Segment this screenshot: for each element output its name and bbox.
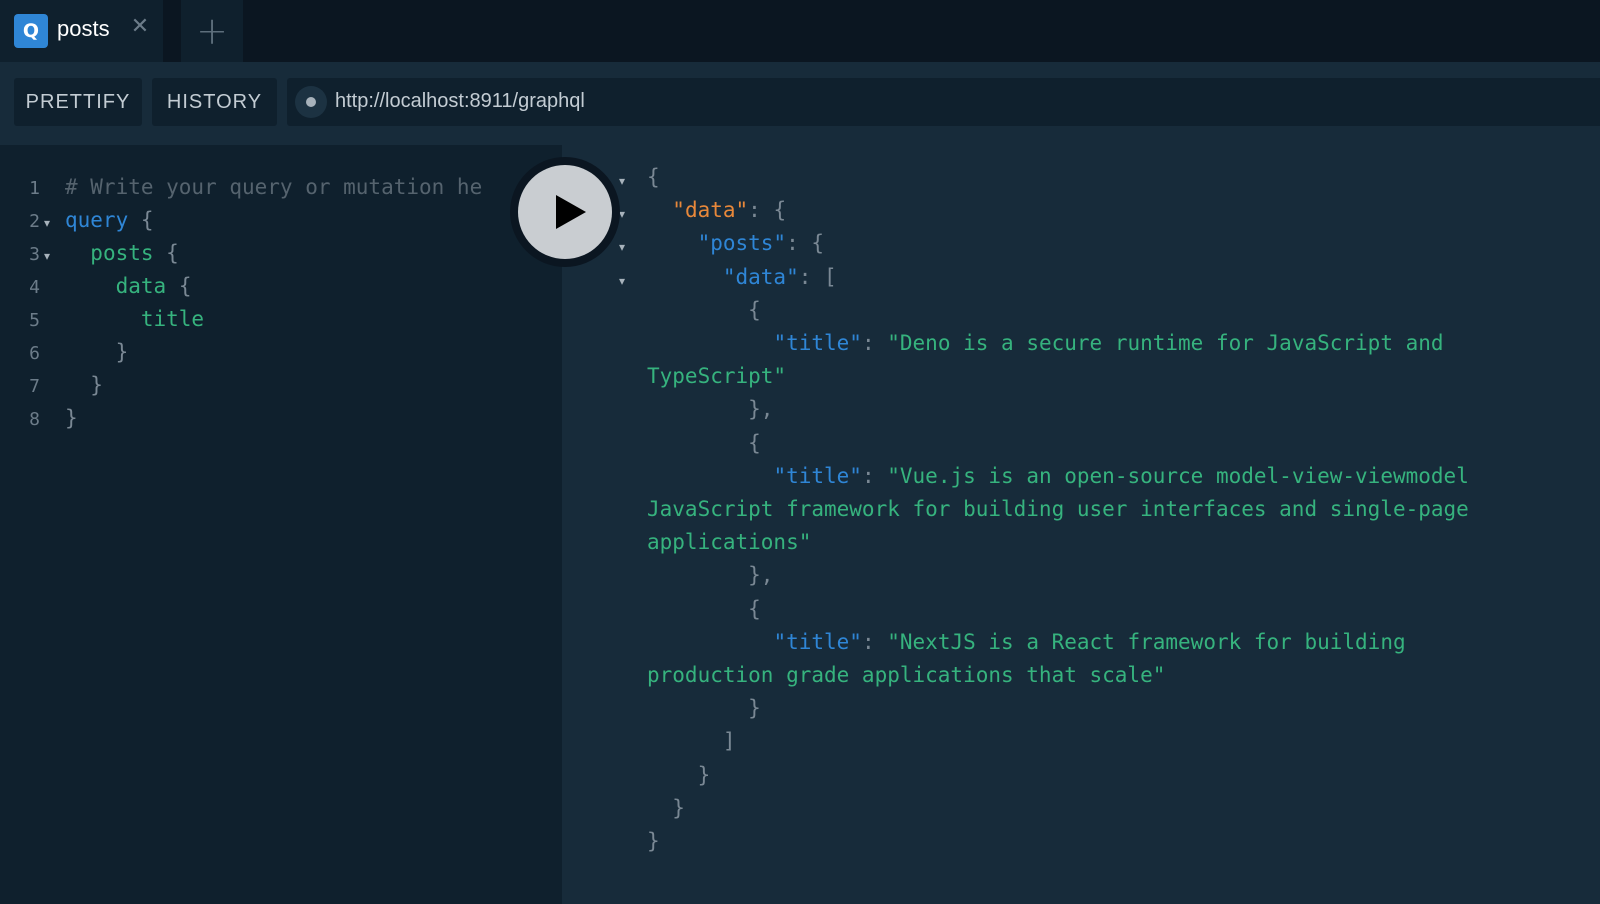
result-line-text: { <box>647 297 761 322</box>
line-number: 2 <box>29 211 40 232</box>
line-number: 6 <box>29 343 40 364</box>
editor-line: 4 data { <box>0 274 562 308</box>
result-line-text: } <box>647 696 761 721</box>
endpoint-input[interactable]: http://localhost:8911/graphql <box>287 78 1600 126</box>
fold-toggle-icon[interactable]: ▾ <box>44 249 50 263</box>
editor-line-text: data { <box>115 274 192 298</box>
fold-toggle-icon[interactable]: ▾ <box>619 174 625 188</box>
line-number: 8 <box>29 409 40 430</box>
query-badge-icon: Q <box>14 14 48 48</box>
result-line: TypeScript" <box>562 364 1600 398</box>
result-line-text: "data": { <box>672 198 787 223</box>
result-line: JavaScript framework for building user i… <box>562 497 1600 531</box>
result-viewer: ▾{▾ "data": {▾ "posts": {▾ "data": [ { "… <box>562 145 1600 904</box>
run-query-button[interactable] <box>510 157 620 267</box>
tab-title: posts <box>57 16 110 41</box>
result-line-text: "title": "Vue.js is an open-source model… <box>773 463 1469 488</box>
result-line-text: TypeScript" <box>647 364 787 389</box>
result-line-text: ] <box>647 729 736 754</box>
close-icon[interactable]: ✕ <box>129 16 151 38</box>
line-number: 3 <box>29 244 40 265</box>
editor-line: 5 title <box>0 307 562 341</box>
connection-status-icon <box>295 86 327 118</box>
result-line-text: } <box>647 795 685 820</box>
history-button[interactable]: HISTORY <box>152 78 277 126</box>
result-line: "title": "Vue.js is an open-source model… <box>562 464 1600 498</box>
line-number: 4 <box>29 277 40 298</box>
result-line: "title": "Deno is a secure runtime for J… <box>562 331 1600 365</box>
editor-line-text: } <box>115 340 129 364</box>
editor-line: 7 } <box>0 373 562 407</box>
editor-line-text: query { <box>65 208 154 232</box>
result-line-text: production grade applications that scale… <box>647 663 1166 687</box>
result-line: { <box>562 298 1600 332</box>
result-line-text: { <box>647 430 761 455</box>
line-number: 1 <box>29 178 40 199</box>
fold-toggle-icon[interactable]: ▾ <box>44 216 50 230</box>
play-icon <box>518 165 612 259</box>
result-line-text: JavaScript framework for building user i… <box>647 497 1469 521</box>
editor-line: 8} <box>0 406 562 440</box>
endpoint-url: http://localhost:8911/graphql <box>335 90 585 112</box>
result-line-text: } <box>647 762 711 787</box>
editor-line: 2 ▾ query { <box>0 208 562 242</box>
editor-line-text: } <box>90 373 103 397</box>
result-line: ▾ "data": [ <box>562 265 1600 299</box>
result-line: } <box>562 763 1600 797</box>
fold-toggle-icon[interactable]: ▾ <box>619 240 625 254</box>
result-line-text: }, <box>647 397 774 422</box>
result-line: { <box>562 597 1600 631</box>
prettify-button[interactable]: PRETTIFY <box>14 78 142 126</box>
editor-line: 6 } <box>0 340 562 374</box>
tab-posts[interactable]: Q posts ✕ <box>0 0 163 62</box>
result-line: } <box>562 796 1600 830</box>
query-editor[interactable]: 1 # Write your query or mutation he 2 ▾ quer… <box>0 145 562 904</box>
result-line: applications" <box>562 530 1600 564</box>
line-number: 5 <box>29 310 40 331</box>
result-line-text: "title": "Deno is a secure runtime for J… <box>773 331 1444 355</box>
result-line-text: "data": [ <box>722 264 837 289</box>
result-line-text: "posts": { <box>697 231 825 256</box>
result-line-text: } <box>647 829 660 853</box>
result-line: ▾ "data": { <box>562 198 1600 232</box>
editor-line: 3 ▾ posts { <box>0 241 562 275</box>
editor-line-text: title <box>140 307 205 331</box>
toolbar: PRETTIFY HISTORY http://localhost:8911/g… <box>0 62 1600 142</box>
editor-line-text: posts { <box>90 241 179 265</box>
result-line-text: }, <box>647 563 774 588</box>
tab-bar: Q posts ✕ + <box>0 0 1600 62</box>
result-line: production grade applications that scale… <box>562 663 1600 697</box>
result-line: { <box>562 431 1600 465</box>
fold-toggle-icon[interactable]: ▾ <box>619 274 625 288</box>
add-tab-button[interactable]: + <box>181 0 243 62</box>
result-line: ▾{ <box>562 165 1600 199</box>
result-line-text: applications" <box>647 530 812 555</box>
editor-line-text: } <box>65 406 78 430</box>
result-line-text: { <box>647 596 761 621</box>
editor-line: 1 # Write your query or mutation he <box>0 175 562 209</box>
result-line: } <box>562 696 1600 730</box>
result-line: "title": "NextJS is a React framework fo… <box>562 630 1600 664</box>
result-line-text: { <box>647 165 660 189</box>
result-line-text: "title": "NextJS is a React framework fo… <box>773 629 1406 654</box>
result-line: }, <box>562 397 1600 431</box>
editor-line-text: # Write your query or mutation he <box>65 175 483 199</box>
line-number: 7 <box>29 376 40 397</box>
result-line: ▾ "posts": { <box>562 231 1600 265</box>
result-line: }, <box>562 563 1600 597</box>
result-line: ] <box>562 729 1600 763</box>
result-line: } <box>562 829 1600 863</box>
